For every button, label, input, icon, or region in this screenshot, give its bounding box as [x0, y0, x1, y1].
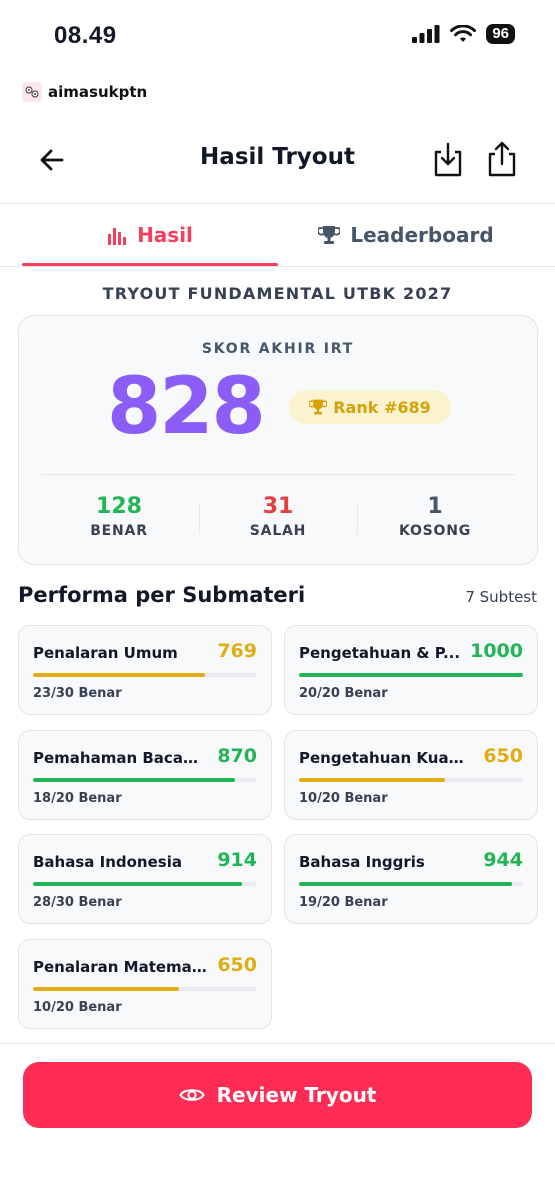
subtest-card[interactable]: Penalaran Umum 769 23/30 Benar: [18, 625, 272, 715]
subtest-progress-fill: [33, 673, 205, 677]
subtest-correct-count: 18/20 Benar: [33, 791, 122, 806]
subtest-progress-track: [299, 778, 523, 782]
subtest-card[interactable]: Pemahaman Bacaa... 870 18/20 Benar: [18, 730, 272, 820]
subtest-progress-track: [299, 882, 523, 886]
subtest-name: Pengetahuan Kuan...: [299, 749, 474, 767]
tab-bar: Hasil Leaderboard: [0, 204, 555, 266]
subtest-progress-fill: [33, 987, 179, 991]
subtest-correct-count: 23/30 Benar: [33, 686, 122, 701]
eye-icon: [178, 1089, 205, 1101]
status-bar: 08.49 96: [0, 0, 555, 72]
status-icons: 96: [412, 24, 515, 44]
tryout-name: TRYOUT FUNDAMENTAL UTBK 2027: [102, 284, 453, 303]
status-time: 08.49: [54, 22, 117, 49]
battery-indicator: 96: [486, 24, 515, 44]
stat-divider: [199, 504, 200, 534]
subtest-correct-count: 28/30 Benar: [33, 895, 122, 910]
subtest-progress-fill: [299, 673, 523, 677]
page-header: Hasil Tryout: [0, 120, 555, 202]
score-card: SKOR AKHIR IRT 828 Rank #689 128 BENAR 3…: [18, 315, 538, 565]
tab-divider: [0, 266, 555, 267]
subtest-progress-fill: [33, 778, 235, 782]
share-icon[interactable]: [485, 140, 519, 178]
stat-benar: 128 BENAR: [44, 494, 194, 539]
subtest-correct-count: 20/20 Benar: [299, 686, 388, 701]
subtest-count: 7 Subtest: [465, 588, 537, 606]
subtest-score: 870: [217, 745, 257, 767]
brand-logo-icon: [22, 82, 42, 102]
brand: aimasukptn: [22, 82, 147, 102]
download-icon[interactable]: [431, 140, 465, 178]
subtest-score: 650: [483, 745, 523, 767]
rank-badge: Rank #689: [289, 390, 451, 424]
stat-benar-value: 128: [96, 494, 142, 519]
review-tryout-button[interactable]: Review Tryout: [23, 1062, 532, 1128]
subtest-progress-fill: [299, 882, 512, 886]
subtest-score: 650: [217, 954, 257, 976]
stat-salah-value: 31: [262, 494, 294, 519]
footer-divider: [0, 1043, 555, 1044]
subtest-card[interactable]: Bahasa Indonesia 914 28/30 Benar: [18, 834, 272, 924]
subtest-progress-track: [33, 673, 257, 677]
subtest-name: Bahasa Indonesia: [33, 853, 182, 871]
stat-benar-label: BENAR: [90, 523, 148, 539]
wifi-icon: [450, 24, 477, 42]
stat-kosong-label: KOSONG: [398, 523, 472, 539]
subtest-progress-track: [33, 778, 257, 782]
tab-leaderboard[interactable]: Leaderboard: [278, 204, 534, 266]
signal-icon: [412, 25, 440, 43]
tab-leaderboard-label: Leaderboard: [350, 223, 494, 247]
subtest-score: 944: [483, 849, 523, 871]
stat-kosong: 1 KOSONG: [360, 494, 510, 539]
score-value: 828: [107, 362, 266, 452]
score-divider: [41, 474, 515, 475]
subtest-name: Penalaran Matema...: [33, 958, 208, 976]
trophy-icon: [318, 226, 341, 244]
subtest-card[interactable]: Pengetahuan Kuan... 650 10/20 Benar: [284, 730, 538, 820]
stat-kosong-value: 1: [427, 494, 443, 519]
subtest-score: 1000: [470, 640, 523, 662]
stat-salah-label: SALAH: [249, 523, 307, 539]
stat-divider: [357, 504, 358, 534]
stat-salah: 31 SALAH: [203, 494, 353, 539]
subtest-name: Pemahaman Bacaa...: [33, 749, 208, 767]
bar-chart-icon: [108, 228, 127, 245]
section-title: Performa per Submateri: [18, 583, 306, 607]
subtest-progress-track: [33, 987, 257, 991]
brand-name: aimasukptn: [48, 83, 148, 101]
subtest-card[interactable]: Bahasa Inggris 944 19/20 Benar: [284, 834, 538, 924]
subtest-name: Bahasa Inggris: [299, 853, 425, 871]
subtest-name: Penalaran Umum: [33, 644, 178, 662]
subtest-card[interactable]: Pengetahuan & P... 1000 20/20 Benar: [284, 625, 538, 715]
subtest-name: Pengetahuan & P...: [299, 644, 461, 662]
tab-hasil[interactable]: Hasil: [22, 204, 278, 266]
subtest-progress-track: [299, 673, 523, 677]
subtest-correct-count: 19/20 Benar: [299, 895, 388, 910]
subtest-progress-track: [33, 882, 257, 886]
subtest-correct-count: 10/20 Benar: [299, 791, 388, 806]
subtest-progress-fill: [299, 778, 445, 782]
subtest-score: 769: [217, 640, 257, 662]
trophy-icon: [309, 399, 328, 415]
tab-hasil-label: Hasil: [137, 223, 193, 247]
rank-text: Rank #689: [333, 397, 431, 417]
subtest-score: 914: [217, 849, 257, 871]
page-title: Hasil Tryout: [200, 144, 355, 170]
score-label: SKOR AKHIR IRT: [201, 341, 355, 357]
subtest-progress-fill: [33, 882, 242, 886]
subtest-card[interactable]: Penalaran Matema... 650 10/20 Benar: [18, 939, 272, 1029]
review-tryout-label: Review Tryout: [216, 1083, 377, 1107]
subtest-correct-count: 10/20 Benar: [33, 1000, 122, 1015]
